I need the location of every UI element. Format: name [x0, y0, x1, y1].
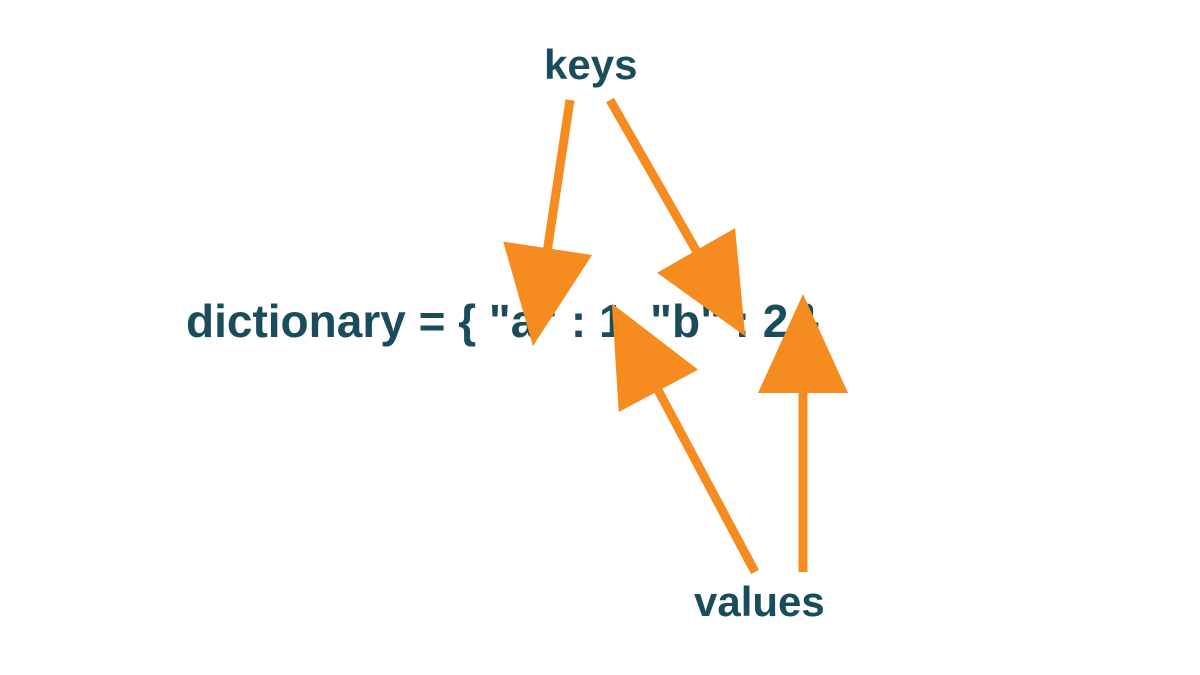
arrow-keys-to-a	[545, 100, 570, 266]
label-values: values	[694, 578, 825, 626]
label-keys: keys	[544, 41, 637, 89]
code-expression: dictionary = { "a" : 1, "b" : 2 }	[186, 294, 819, 348]
arrow-values-to-1	[650, 375, 755, 572]
arrow-keys-to-b	[610, 100, 705, 266]
